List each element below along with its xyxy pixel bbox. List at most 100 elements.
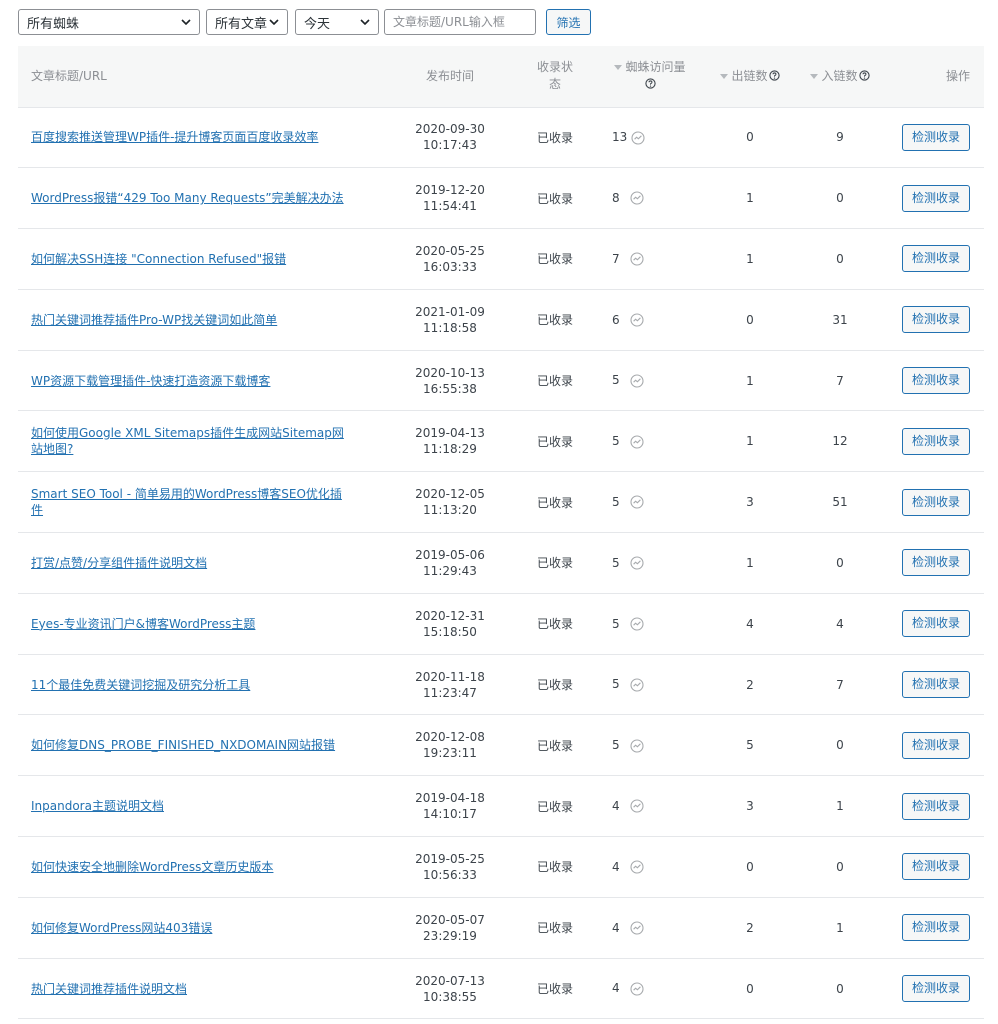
detect-index-button[interactable]: 检测收录 bbox=[902, 549, 970, 577]
help-icon[interactable] bbox=[858, 70, 870, 81]
detect-index-button[interactable]: 检测收录 bbox=[902, 367, 970, 395]
publish-time: 11:54:41 bbox=[423, 199, 477, 214]
filter-button[interactable]: 筛选 bbox=[546, 9, 591, 35]
publish-date: 2019-04-13 bbox=[415, 426, 485, 441]
inlinks-cell: 1 bbox=[836, 920, 844, 935]
date-cell: 2020-05-25 16:03:33 bbox=[390, 229, 510, 290]
detect-index-button[interactable]: 检测收录 bbox=[902, 306, 970, 334]
action-cell: 检测收录 bbox=[880, 168, 984, 229]
col-inlinks[interactable]: 入链数 bbox=[800, 46, 880, 107]
action-cell: 检测收录 bbox=[880, 715, 984, 776]
status-cell: 已收录 bbox=[536, 434, 573, 449]
detect-index-button[interactable]: 检测收录 bbox=[902, 123, 970, 151]
status-cell: 已收录 bbox=[536, 921, 573, 936]
col-visits[interactable]: 蜘蛛访问量 bbox=[600, 46, 700, 107]
detect-index-button[interactable]: 检测收录 bbox=[902, 488, 970, 516]
help-icon[interactable] bbox=[768, 70, 780, 81]
trend-icon[interactable] bbox=[630, 799, 644, 813]
trend-icon[interactable] bbox=[630, 739, 644, 753]
detect-index-button[interactable]: 检测收录 bbox=[902, 731, 970, 759]
search-input[interactable] bbox=[384, 9, 536, 35]
article-link[interactable]: 如何解决SSH连接 "Connection Refused"报错 bbox=[31, 251, 286, 267]
status-cell: 已收录 bbox=[536, 799, 573, 814]
sort-down-icon bbox=[614, 65, 623, 71]
outlinks-cell: 2 bbox=[746, 677, 754, 692]
article-link[interactable]: Eyes-专业资讯门户&博客WordPress主题 bbox=[31, 616, 255, 632]
col-visits-label: 蜘蛛访问量 bbox=[625, 60, 686, 75]
table-row: 11个最佳免费关键词挖掘及研究分析工具 2020-11-18 11:23:47 已收录… bbox=[18, 654, 984, 715]
trend-icon[interactable] bbox=[630, 435, 644, 449]
article-link[interactable]: WP资源下载管理插件-快速打造资源下载博客 bbox=[31, 373, 270, 389]
article-link[interactable]: 如何修复DNS_PROBE_FINISHED_NXDOMAIN网站报错 bbox=[31, 737, 335, 753]
visit-count: 5 bbox=[612, 494, 620, 509]
trend-icon[interactable] bbox=[630, 556, 644, 570]
inlinks-cell: 0 bbox=[836, 555, 844, 570]
detect-index-button[interactable]: 检测收录 bbox=[902, 975, 970, 1003]
article-link[interactable]: Smart SEO Tool - 简单易用的WordPress博客SEO优化插件 bbox=[31, 486, 351, 518]
action-cell: 检测收录 bbox=[880, 533, 984, 594]
trend-icon[interactable] bbox=[631, 131, 645, 145]
outlinks-cell: 1 bbox=[746, 434, 754, 449]
trend-icon[interactable] bbox=[630, 982, 644, 996]
article-link[interactable]: Inpandora主题说明文档 bbox=[31, 798, 164, 814]
spider-select[interactable]: 所有蜘蛛 bbox=[18, 9, 200, 35]
article-select[interactable]: 所有文章 bbox=[206, 9, 288, 35]
trend-icon[interactable] bbox=[630, 921, 644, 935]
date-cell: 2020-07-13 10:38:55 bbox=[390, 958, 510, 1019]
table-row: 百度搜索推送管理WP插件-提升博客页面百度收录效率 2020-09-30 10:17… bbox=[18, 107, 984, 168]
trend-icon[interactable] bbox=[630, 374, 644, 388]
publish-date: 2020-12-05 bbox=[415, 487, 485, 502]
visit-count: 5 bbox=[612, 677, 620, 692]
status-cell: 已收录 bbox=[536, 313, 573, 328]
outlinks-cell: 2 bbox=[746, 920, 754, 935]
article-link[interactable]: 百度搜索推送管理WP插件-提升博客页面百度收录效率 bbox=[31, 129, 318, 145]
detect-index-button[interactable]: 检测收录 bbox=[902, 914, 970, 942]
article-link[interactable]: 如何快速安全地删除WordPress文章历史版本 bbox=[31, 859, 273, 875]
visit-count: 4 bbox=[612, 798, 620, 813]
detect-index-button[interactable]: 检测收录 bbox=[902, 245, 970, 273]
date-cell: 2019-05-25 10:56:33 bbox=[390, 837, 510, 898]
trend-icon[interactable] bbox=[630, 313, 644, 327]
detect-index-button[interactable]: 检测收录 bbox=[902, 610, 970, 638]
article-link[interactable]: 热门关键词推荐插件说明文档 bbox=[31, 981, 187, 997]
visits-cell: 5 bbox=[600, 472, 700, 533]
article-link[interactable]: WordPress报错“429 Too Many Requests”完美解决办法 bbox=[31, 190, 344, 206]
inlinks-cell: 0 bbox=[836, 981, 844, 996]
inlinks-cell: 51 bbox=[832, 495, 848, 510]
chevron-down-icon bbox=[360, 19, 370, 25]
status-cell: 已收录 bbox=[536, 738, 573, 753]
status-cell: 已收录 bbox=[536, 982, 573, 997]
trend-icon[interactable] bbox=[630, 495, 644, 509]
trend-icon[interactable] bbox=[630, 617, 644, 631]
help-icon[interactable] bbox=[645, 78, 656, 89]
trend-icon[interactable] bbox=[630, 860, 644, 874]
article-link[interactable]: 如何使用Google XML Sitemaps插件生成网站Sitemap网站地图… bbox=[31, 425, 351, 457]
publish-date: 2020-07-13 bbox=[415, 973, 485, 988]
article-link[interactable]: 打赏/点赞/分享组件插件说明文档 bbox=[31, 555, 207, 571]
title-cell: WordPress报错“429 Too Many Requests”完美解决办法 bbox=[18, 168, 390, 229]
article-select-value: 所有文章 bbox=[215, 16, 268, 32]
detect-index-button[interactable]: 检测收录 bbox=[902, 792, 970, 820]
publish-time: 11:18:58 bbox=[423, 320, 477, 335]
table-row: 如何解决SSH连接 "Connection Refused"报错 2020-05-… bbox=[18, 228, 984, 290]
col-outlinks[interactable]: 出链数 bbox=[700, 46, 800, 107]
date-cell: 2020-09-30 10:17:43 bbox=[390, 107, 510, 168]
article-link[interactable]: 热门关键词推荐插件Pro-WP找关键词如此简单 bbox=[31, 312, 277, 328]
chevron-down-icon bbox=[181, 19, 191, 25]
detect-index-button[interactable]: 检测收录 bbox=[902, 427, 970, 455]
title-cell: 百度搜索推送管理WP插件-提升博客页面百度收录效率 bbox=[18, 107, 390, 168]
outlinks-cell: 4 bbox=[746, 616, 754, 631]
detect-index-button[interactable]: 检测收录 bbox=[902, 184, 970, 212]
publish-date: 2020-05-07 bbox=[415, 912, 485, 927]
publish-time: 11:29:43 bbox=[423, 563, 477, 578]
article-link[interactable]: 11个最佳免费关键词挖掘及研究分析工具 bbox=[31, 677, 250, 693]
detect-index-button[interactable]: 检测收录 bbox=[902, 671, 970, 699]
trend-icon[interactable] bbox=[630, 191, 644, 205]
title-cell: 打赏/点赞/分享组件插件说明文档 bbox=[18, 533, 390, 594]
trend-icon[interactable] bbox=[630, 252, 644, 266]
detect-index-button[interactable]: 检测收录 bbox=[902, 853, 970, 881]
trend-icon[interactable] bbox=[630, 678, 644, 692]
article-link[interactable]: 如何修复WordPress网站403错误 bbox=[31, 920, 212, 936]
visits-cell: 5 bbox=[600, 533, 700, 594]
date-select[interactable]: 今天 bbox=[295, 9, 379, 35]
